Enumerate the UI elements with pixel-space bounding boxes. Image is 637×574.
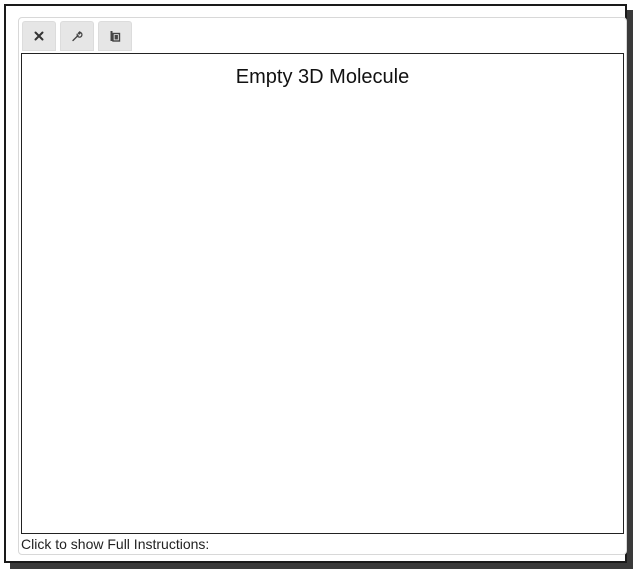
settings-button[interactable]: [60, 21, 94, 51]
show-instructions-link[interactable]: Click to show Full Instructions:: [21, 536, 209, 552]
wrench-icon: [71, 30, 83, 42]
copy-button[interactable]: [98, 21, 132, 51]
viewer-title: Empty 3D Molecule: [235, 66, 410, 88]
close-icon: [34, 31, 44, 41]
close-button[interactable]: [22, 21, 56, 51]
molecule-widget: Empty 3D Molecule Click to show Full Ins…: [18, 17, 627, 555]
widget-frame: Empty 3D Molecule Click to show Full Ins…: [4, 4, 627, 563]
copy-icon: [109, 30, 121, 42]
toolbar: [22, 21, 132, 51]
molecule-viewer[interactable]: Empty 3D Molecule: [21, 53, 624, 534]
